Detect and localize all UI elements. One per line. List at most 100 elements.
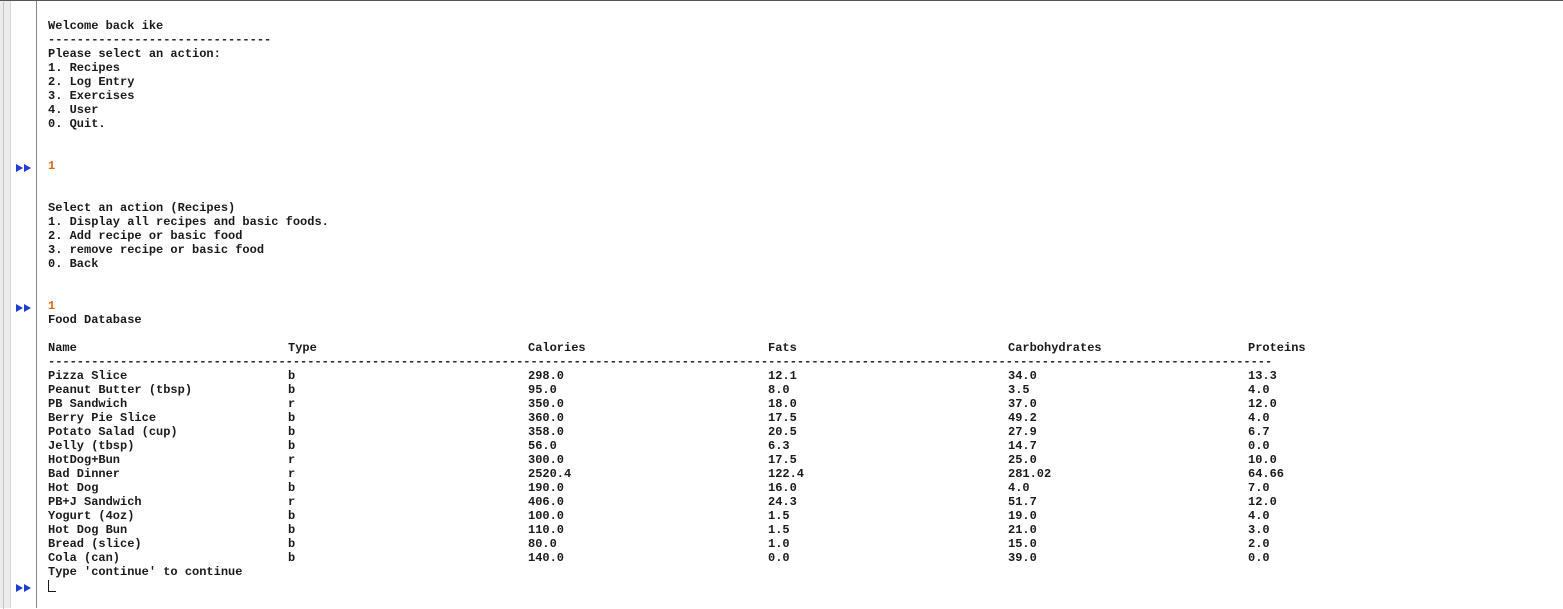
cell-proteins: 12.0 [1248, 397, 1277, 411]
recipes-option-add: 2. Add recipe or basic food [48, 229, 243, 243]
cell-fats: 8.0 [768, 383, 790, 397]
cell-calories: 406.0 [528, 495, 565, 509]
column-header-type: Type [288, 341, 317, 355]
prompt-marker-icon [16, 303, 32, 313]
cell-calories: 100.0 [528, 509, 565, 523]
prompt-marker-icon [16, 583, 32, 593]
table-row: HotDog+Bun r 300.0 17.5 25.0 10.0 [48, 453, 1548, 467]
cell-fats: 20.5 [768, 425, 797, 439]
cell-carbohydrates: 39.0 [1008, 551, 1037, 565]
cell-proteins: 0.0 [1248, 551, 1270, 565]
cell-fats: 1.0 [768, 537, 790, 551]
cell-calories: 360.0 [528, 411, 565, 425]
cell-carbohydrates: 51.7 [1008, 495, 1037, 509]
cell-type: b [288, 369, 296, 383]
column-header-carbohydrates: Carbohydrates [1008, 341, 1102, 355]
table-row: Jelly (tbsp) b 56.0 6.3 14.7 0.0 [48, 439, 1548, 453]
cell-fats: 16.0 [768, 481, 797, 495]
main-menu-option-exercises: 3. Exercises [48, 89, 135, 103]
cell-type: b [288, 383, 296, 397]
table-row: Bread (slice) b 80.0 1.0 15.0 2.0 [48, 537, 1548, 551]
recipes-option-display: 1. Display all recipes and basic foods. [48, 215, 329, 229]
cell-name: Hot Dog Bun [48, 523, 128, 537]
cell-name: HotDog+Bun [48, 453, 121, 467]
table-row: Pizza Slice b 298.0 12.1 34.0 13.3 [48, 369, 1548, 383]
cell-carbohydrates: 49.2 [1008, 411, 1037, 425]
cell-carbohydrates: 27.9 [1008, 425, 1037, 439]
table-row: Bad Dinner r 2520.4 122.4 281.02 64.66 [48, 467, 1548, 481]
table-row: Hot Dog b 190.0 16.0 4.0 7.0 [48, 481, 1548, 495]
menu-separator: ------------------------------- [48, 33, 272, 47]
cell-type: r [288, 397, 296, 411]
table-row: Yogurt (4oz) b 100.0 1.5 19.0 4.0 [48, 509, 1548, 523]
continue-instruction: Type 'continue' to continue [48, 565, 243, 579]
cell-type: b [288, 411, 296, 425]
cell-proteins: 0.0 [1248, 439, 1270, 453]
cell-name: Cola (can) [48, 551, 121, 565]
cell-calories: 300.0 [528, 453, 565, 467]
cell-type: b [288, 537, 296, 551]
cell-proteins: 64.66 [1248, 467, 1285, 481]
cell-fats: 17.5 [768, 453, 797, 467]
cell-carbohydrates: 19.0 [1008, 509, 1037, 523]
prompt-marker-icon [16, 163, 32, 173]
cell-fats: 1.5 [768, 523, 790, 537]
cell-fats: 18.0 [768, 397, 797, 411]
cell-calories: 358.0 [528, 425, 565, 439]
welcome-text: Welcome back ike [48, 19, 164, 33]
cell-carbohydrates: 25.0 [1008, 453, 1037, 467]
food-table-body: Pizza Slice b 298.0 12.1 34.0 13.3 Peanut Butt… [48, 369, 1548, 565]
cell-proteins: 2.0 [1248, 537, 1270, 551]
cell-fats: 0.0 [768, 551, 790, 565]
cell-type: b [288, 481, 296, 495]
user-input-echo: 1 [48, 299, 56, 313]
cell-name: Hot Dog [48, 481, 99, 495]
table-row: PB Sandwich r 350.0 18.0 37.0 12.0 [48, 397, 1548, 411]
cell-calories: 350.0 [528, 397, 565, 411]
left-strip-divider [3, 2, 4, 609]
cell-name: Peanut Butter (tbsp) [48, 383, 193, 397]
cell-proteins: 4.0 [1248, 383, 1270, 397]
column-header-name: Name [48, 341, 77, 355]
cell-fats: 122.4 [768, 467, 805, 481]
cell-carbohydrates: 4.0 [1008, 481, 1030, 495]
cell-carbohydrates: 15.0 [1008, 537, 1037, 551]
user-input-echo: 1 [48, 159, 56, 173]
cell-proteins: 7.0 [1248, 481, 1270, 495]
console-output: Welcome back ike -----------------------… [48, 19, 1548, 579]
column-header-proteins: Proteins [1248, 341, 1306, 355]
cell-calories: 110.0 [528, 523, 565, 537]
cell-fats: 17.5 [768, 411, 797, 425]
window-top-border [0, 0, 1563, 1]
cell-calories: 190.0 [528, 481, 565, 495]
cell-calories: 95.0 [528, 383, 557, 397]
cell-proteins: 6.7 [1248, 425, 1270, 439]
cell-calories: 298.0 [528, 369, 565, 383]
cell-name: Bread (slice) [48, 537, 142, 551]
table-row: Peanut Butter (tbsp) b 95.0 8.0 3.5 4.0 [48, 383, 1548, 397]
recipes-option-back: 0. Back [48, 257, 99, 271]
cell-carbohydrates: 21.0 [1008, 523, 1037, 537]
cell-type: b [288, 523, 296, 537]
console-gutter-divider [36, 1, 37, 608]
cell-carbohydrates: 281.02 [1008, 467, 1052, 481]
cell-carbohydrates: 3.5 [1008, 383, 1030, 397]
cell-proteins: 10.0 [1248, 453, 1277, 467]
food-table-rule: ----------------------------------------… [48, 355, 1273, 369]
recipes-option-remove: 3. remove recipe or basic food [48, 243, 265, 257]
cell-proteins: 12.0 [1248, 495, 1277, 509]
cell-name: PB+J Sandwich [48, 495, 142, 509]
cell-name: Bad Dinner [48, 467, 121, 481]
cell-name: Yogurt (4oz) [48, 509, 135, 523]
main-menu-option-user: 4. User [48, 103, 99, 117]
cell-proteins: 3.0 [1248, 523, 1270, 537]
cell-name: Potato Salad (cup) [48, 425, 178, 439]
food-table-title: Food Database [48, 313, 142, 327]
cell-carbohydrates: 37.0 [1008, 397, 1037, 411]
cell-type: r [288, 467, 296, 481]
cell-type: r [288, 495, 296, 509]
cell-fats: 6.3 [768, 439, 790, 453]
table-row: PB+J Sandwich r 406.0 24.3 51.7 12.0 [48, 495, 1548, 509]
text-cursor[interactable] [48, 580, 56, 592]
cell-proteins: 4.0 [1248, 411, 1270, 425]
